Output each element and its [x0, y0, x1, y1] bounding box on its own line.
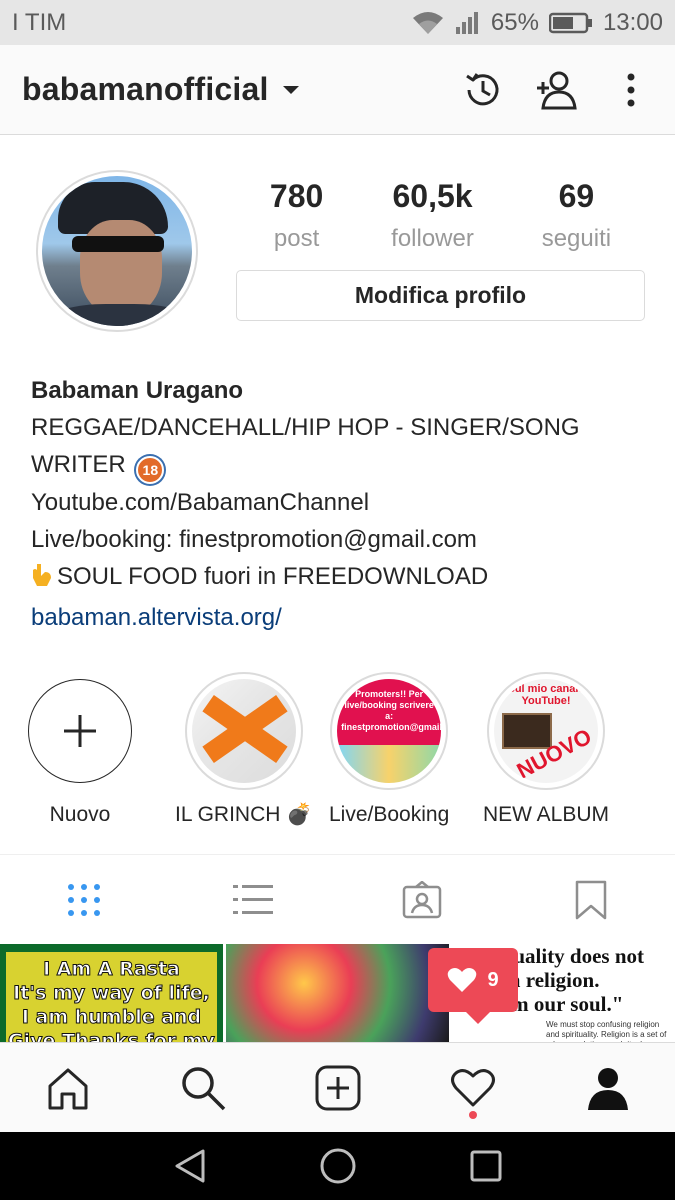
website-link[interactable]: babaman.altervista.org/ — [31, 599, 651, 636]
nav-profile[interactable] — [540, 1043, 675, 1132]
highlight-new[interactable]: Nuovo — [28, 672, 132, 827]
activity-dot — [468, 1111, 477, 1119]
post-thumbnail-1[interactable]: I Am A Rasta It's my way of life, I am h… — [0, 944, 223, 1042]
profile-stats: 780 post 60,5k follower 69 seguiti — [236, 178, 645, 253]
bio-line-2: WRITER 18 — [31, 446, 651, 484]
activity-icon — [450, 1068, 495, 1106]
followers-count: 60,5k — [392, 178, 473, 214]
posts-grid: I Am A Rasta It's my way of life, I am h… — [0, 944, 675, 1042]
highlight-live-booking[interactable]: Promoters!! Per live/booking scrivere a:… — [329, 672, 449, 827]
more-vert-icon[interactable] — [609, 68, 653, 112]
album-cover-heading: Sul mio canale YouTube! — [507, 683, 585, 707]
heart-icon — [448, 968, 477, 992]
post3-small-text: We must stop confusing religion and spir… — [546, 1020, 667, 1042]
bio-line-5-text: SOUL FOOD fuori in FREEDOWNLOAD — [57, 563, 489, 590]
bio-line-4: Live/booking: finestpromotion@gmail.com — [31, 526, 477, 553]
clock: 13:00 — [602, 8, 663, 36]
nav-search[interactable] — [135, 1043, 270, 1132]
following-count: 69 — [558, 178, 595, 214]
history-icon[interactable] — [461, 68, 505, 112]
plus-icon — [64, 715, 96, 747]
system-navigation-bar — [0, 1132, 675, 1200]
recents-icon[interactable] — [469, 1149, 503, 1183]
carrier-label: I TIM — [12, 8, 67, 36]
profile-tabs — [0, 854, 675, 944]
followers-label: follower — [391, 225, 474, 252]
highlight-cover-grinch: BABAMAN — [191, 679, 296, 783]
battery-percent: 65% — [490, 8, 539, 36]
profile-avatar[interactable] — [36, 170, 198, 332]
bio-line-1: REGGAE/DANCEHALL/HIP HOP - SINGER/SONG — [31, 414, 580, 441]
tab-tagged[interactable] — [338, 855, 507, 944]
highlight-cover-booking: Promoters!! Per live/booking scrivere a:… — [337, 679, 442, 783]
list-icon — [233, 884, 274, 914]
booking-cover-text: Promoters!! Per live/booking scrivere a:… — [341, 689, 442, 732]
add-person-icon[interactable] — [535, 68, 579, 112]
status-bar-right: 65% 13:00 — [411, 9, 663, 37]
tagged-icon — [402, 880, 442, 918]
age-18-badge-icon: 18 — [136, 456, 165, 484]
tab-saved[interactable] — [506, 855, 675, 944]
bio-line-5: SOUL FOOD fuori in FREEDOWNLOAD — [31, 558, 651, 599]
highlight-cover-album: Sul mio canale YouTube! NUOVO — [494, 679, 599, 783]
bio-line-3: Youtube.com/BabamanChannel — [31, 489, 370, 516]
highlight-il-grinch[interactable]: BABAMAN IL GRINCH 💣 — [175, 672, 312, 827]
edit-profile-button[interactable]: Modifica profilo — [236, 270, 645, 321]
post1-text-2: It's my way of life, — [13, 982, 211, 1005]
highlight-new-album[interactable]: Sul mio canale YouTube! NUOVO NEW ALBUM — [483, 672, 609, 827]
tab-list[interactable] — [169, 855, 338, 944]
search-icon — [181, 1066, 225, 1110]
posts-count: 780 — [269, 178, 324, 214]
nav-home[interactable] — [0, 1043, 135, 1132]
avatar-photo — [42, 176, 192, 326]
highlight-label-nuovo: Nuovo — [49, 803, 111, 826]
stat-followers[interactable]: 60,5k follower — [391, 178, 474, 253]
battery-icon — [548, 12, 593, 34]
nav-new-post[interactable] — [270, 1043, 405, 1132]
signal-icon — [455, 11, 481, 35]
notification-count: 9 — [487, 968, 499, 991]
following-label: seguiti — [541, 225, 612, 252]
posts-label: post — [273, 225, 320, 252]
new-post-icon — [315, 1065, 360, 1110]
tab-grid[interactable] — [0, 855, 169, 944]
caret-down-icon[interactable] — [282, 85, 299, 94]
highlight-ring: BABAMAN — [184, 672, 303, 790]
display-name: Babaman Uragano — [31, 377, 244, 404]
grid-icon — [68, 883, 101, 916]
bio-line-2-text: WRITER — [31, 451, 126, 478]
home-icon — [48, 1068, 87, 1109]
back-icon[interactable] — [173, 1148, 207, 1184]
pointing-down-hand-icon — [31, 562, 53, 599]
activity-notification-bubble[interactable]: 9 — [428, 948, 518, 1024]
post1-text-3: I am humble and — [21, 1006, 202, 1029]
highlight-label-booking: Live/Booking — [329, 803, 450, 826]
new-highlight-circle[interactable] — [28, 679, 132, 783]
post1-text-4: Give Thanks for my — [8, 1030, 216, 1043]
wifi-icon — [411, 10, 445, 36]
home-circle-icon[interactable] — [319, 1147, 357, 1185]
profile-app-bar: babamanofficial — [0, 45, 675, 135]
stat-following[interactable]: 69 seguiti — [542, 178, 611, 253]
nav-activity[interactable] — [405, 1043, 540, 1132]
highlight-ring: Sul mio canale YouTube! NUOVO — [487, 672, 606, 790]
highlight-ring: Promoters!! Per live/booking scrivere a:… — [330, 672, 449, 790]
stat-posts[interactable]: 780 post — [270, 178, 323, 253]
story-highlights: Nuovo BABAMAN IL GRINCH 💣 Promoters!! Pe… — [0, 672, 675, 832]
bookmark-icon — [575, 880, 606, 919]
profile-bio: Babaman Uragano REGGAE/DANCEHALL/HIP HOP… — [31, 372, 651, 636]
bottom-navigation — [0, 1042, 675, 1132]
post-thumbnail-2[interactable] — [226, 944, 449, 1042]
highlight-label-album: NEW ALBUM — [483, 803, 610, 826]
status-bar: I TIM 65% 13:00 — [0, 0, 675, 45]
account-username[interactable]: babamanofficial — [22, 71, 269, 108]
highlight-label-grinch: IL GRINCH 💣 — [175, 803, 313, 826]
profile-icon — [587, 1067, 628, 1110]
app-bar-actions — [461, 68, 653, 112]
post1-text-1: I Am A Rasta — [43, 958, 181, 981]
grinch-cover-text: BABAMAN — [269, 679, 290, 689]
